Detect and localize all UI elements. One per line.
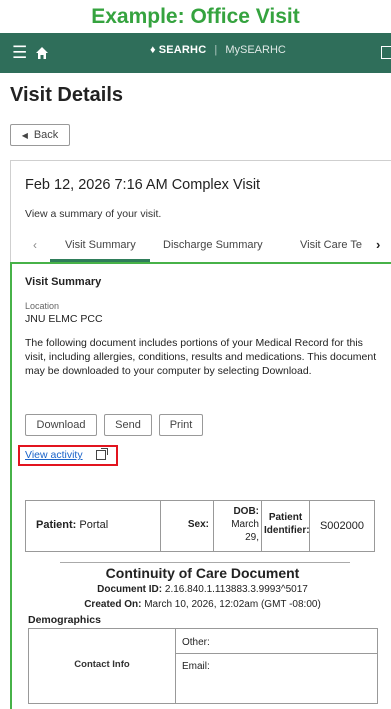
brand-logo: ♦ SEARHC | MySEARHC bbox=[150, 44, 286, 56]
other-label: Other: bbox=[182, 637, 210, 648]
tab-visit-summary[interactable]: Visit Summary bbox=[65, 239, 136, 251]
patient-cell: Patient: Portal bbox=[26, 501, 161, 551]
dob-cell: DOB: March 29, bbox=[214, 501, 262, 551]
patient-id-value-cell: S002000 bbox=[310, 501, 374, 551]
visit-tabs: ‹ Visit Summary Discharge Summary Visit … bbox=[10, 232, 391, 262]
location-value: JNU ELMC PCC bbox=[25, 313, 103, 325]
sex-label: Sex: bbox=[187, 519, 209, 530]
dob-line-1: March bbox=[231, 519, 259, 530]
sign-out-icon[interactable] bbox=[381, 46, 391, 59]
tabs-prev-icon[interactable]: ‹ bbox=[33, 238, 37, 252]
patient-info-table: Patient: Portal Sex: DOB: March 29, Pati… bbox=[25, 500, 375, 552]
brand-name: SEARHC bbox=[158, 44, 207, 56]
chevron-left-icon: ◀ bbox=[21, 131, 28, 140]
view-activity-link[interactable]: View activity bbox=[25, 449, 83, 461]
searhc-mark-icon: ♦ bbox=[150, 44, 156, 56]
patient-line: Patient: Portal bbox=[36, 519, 108, 531]
patient-label: Patient: bbox=[36, 519, 77, 531]
patient-id-label-2: Identifier: bbox=[264, 525, 310, 536]
portal-name: MySEARHC bbox=[225, 44, 286, 56]
back-label: Back bbox=[33, 129, 59, 141]
demographics-table: Contact Info Other: Email: bbox=[28, 628, 378, 704]
contact-info-label: Contact Info bbox=[74, 659, 130, 670]
dob-block: DOB: March 29, bbox=[216, 505, 259, 544]
patient-id-label-cell: Patient Identifier: bbox=[262, 501, 310, 551]
created-on-label: Created On: bbox=[84, 599, 142, 610]
example-caption: Example: Office Visit bbox=[91, 5, 300, 28]
tab-visit-care-team[interactable]: Visit Care Te bbox=[300, 239, 370, 251]
patient-id-value: S002000 bbox=[319, 520, 365, 532]
summary-description: The following document includes portions… bbox=[25, 337, 377, 377]
app-header: ☰ ♦ SEARHC | MySEARHC bbox=[0, 33, 391, 73]
location-label: Location bbox=[25, 301, 60, 311]
demographics-heading: Demographics bbox=[28, 614, 101, 626]
print-button[interactable]: Print bbox=[159, 414, 203, 436]
hamburger-icon[interactable]: ☰ bbox=[12, 44, 27, 62]
ccd-title: Continuity of Care Document bbox=[105, 565, 300, 581]
created-on: Created On: March 10, 2026, 12:02am (GMT… bbox=[25, 599, 380, 610]
sex-cell: Sex: bbox=[161, 501, 214, 551]
dob-line-2: 29, bbox=[245, 532, 259, 543]
divider bbox=[60, 562, 350, 563]
send-button[interactable]: Send bbox=[104, 414, 152, 436]
patient-id-label-1: Patient bbox=[268, 512, 303, 523]
other-row: Other: bbox=[176, 629, 377, 654]
brand-separator: | bbox=[214, 44, 218, 56]
created-on-value: March 10, 2026, 12:02am (GMT -08:00) bbox=[144, 599, 321, 610]
tabs-next-icon[interactable]: › bbox=[376, 237, 380, 252]
document-id-label: Document ID: bbox=[97, 584, 163, 595]
page-title: Visit Details bbox=[10, 84, 124, 106]
section-title: Visit Summary bbox=[25, 276, 102, 288]
tab-discharge-summary[interactable]: Discharge Summary bbox=[163, 239, 263, 251]
email-label: Email: bbox=[182, 661, 210, 672]
external-link-icon[interactable] bbox=[96, 448, 108, 460]
visit-title: Feb 12, 2026 7:16 AM Complex Visit bbox=[25, 177, 261, 193]
document-id-value: 2.16.840.1.113883.3.9993^5017 bbox=[164, 584, 308, 595]
visit-subtitle: View a summary of your visit. bbox=[25, 208, 162, 220]
back-button[interactable]: ◀ Back bbox=[10, 124, 70, 146]
patient-value: Portal bbox=[79, 519, 109, 531]
download-button[interactable]: Download bbox=[25, 414, 97, 436]
patient-id-label: Patient Identifier: bbox=[264, 511, 310, 537]
document-id: Document ID: 2.16.840.1.113883.3.9993^50… bbox=[25, 584, 380, 595]
home-icon[interactable] bbox=[35, 46, 49, 60]
contact-info-cell: Contact Info bbox=[29, 629, 176, 703]
dob-label: DOB: bbox=[233, 506, 259, 517]
